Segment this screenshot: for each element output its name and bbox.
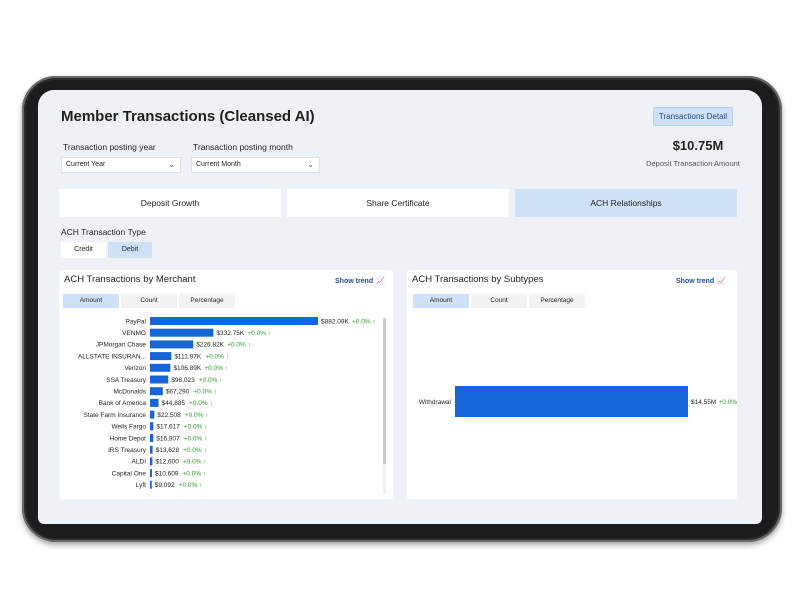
change-label: +0.0% ↑ — [205, 353, 229, 360]
tab-ach-relationships[interactable]: ACH Relationships — [515, 189, 737, 217]
month-filter-label: Transaction posting month — [193, 142, 293, 152]
page-title: Member Transactions (Cleansed AI) — [61, 108, 315, 125]
category-label: Bank of America — [99, 400, 147, 407]
value-label: $13,628 — [156, 447, 180, 454]
bar — [150, 375, 169, 384]
change-label: +0.0% ↑ — [184, 435, 208, 442]
category-label: Lyft — [136, 482, 146, 489]
category-label: VENMO — [122, 330, 146, 337]
bar — [150, 445, 153, 454]
change-label: +0.0% ↑ — [227, 342, 251, 349]
category-label: IRS Treasury — [108, 447, 147, 454]
category-label: Wells Fargo — [111, 424, 146, 431]
bar — [150, 340, 194, 349]
value-label: $9,092 — [155, 482, 175, 489]
merchant-panel: ACH Transactions by Merchant Show trend 📈… — [59, 270, 393, 499]
category-label: SSA Treasury — [106, 377, 146, 384]
value-label: $14.55M — [691, 399, 716, 406]
change-label: +0.0% ↑ — [183, 470, 207, 477]
category-label: Withdrawal — [419, 399, 452, 406]
change-label: +0.0% ↑ — [183, 447, 207, 454]
ach-type-label: ACH Transaction Type — [61, 227, 146, 237]
dashboard-screen: Member Transactions (Cleansed AI) Transa… — [38, 90, 762, 524]
value-label: $882.09K — [321, 318, 349, 325]
year-filter-select[interactable]: Current Year ⌄ — [61, 157, 181, 173]
value-label: $44,885 — [162, 400, 186, 407]
change-label: +0.0% ↑ — [204, 365, 228, 372]
subtype-bar-chart: Withdrawal $14.55M+0.0% ↑ — [419, 386, 738, 417]
kpi-label: Deposit Transaction Amount — [646, 159, 740, 168]
bar — [150, 434, 154, 442]
year-filter-label: Transaction posting year — [63, 142, 156, 152]
bar — [150, 363, 171, 372]
month-filter-value: Current Month — [196, 161, 241, 168]
bar — [150, 457, 153, 466]
kpi-value: $10.75M — [672, 138, 724, 153]
merchant-bar-chart: PayPal $882.09K +0.0% ↑VENMO $332.75K +0.0% … — [78, 317, 376, 489]
bar — [150, 352, 172, 361]
year-filter-value: Current Year — [66, 161, 106, 168]
category-label: ALLSTATE INSURAN... — [78, 353, 146, 360]
category-label: ALDI — [132, 459, 147, 466]
ach-type-debit[interactable]: Debit — [108, 242, 152, 258]
bar — [150, 469, 153, 478]
chevron-down-icon: ⌄ — [168, 160, 175, 169]
chevron-down-icon: ⌄ — [307, 160, 314, 169]
change-label: +0.0% ↑ — [352, 318, 376, 325]
bar — [150, 387, 163, 396]
tab-deposit-growth[interactable]: Deposit Growth — [59, 189, 281, 217]
value-label: $17,617 — [156, 424, 180, 431]
change-label: +0.0% ↑ — [183, 459, 207, 466]
value-label: $332.75K — [216, 330, 244, 337]
category-label: JPMorgan Chase — [96, 342, 147, 349]
bar — [150, 480, 152, 489]
category-label: Capital One — [112, 470, 147, 477]
value-label: $16,907 — [156, 435, 180, 442]
transactions-detail-button[interactable]: Transactions Detail — [653, 107, 733, 126]
category-label: State Farm Insurance — [84, 412, 147, 419]
subtype-panel: ACH Transactions by Subtypes Show trend 📈… — [407, 270, 737, 499]
change-label: +0.0% ↑ — [199, 377, 223, 384]
value-label: $106.89K — [173, 365, 201, 372]
category-label: Verizon — [124, 365, 146, 372]
bar — [150, 410, 155, 419]
value-label: $111.97K — [174, 353, 202, 360]
change-label: +0.0% ↑ — [193, 389, 217, 396]
category-label: PayPal — [125, 318, 146, 325]
change-label: +0.0% ↑ — [247, 330, 271, 337]
ach-type-credit[interactable]: Credit — [61, 242, 106, 258]
value-label: $96,023 — [171, 377, 195, 384]
bar — [150, 328, 214, 337]
month-filter-select[interactable]: Current Month ⌄ — [191, 157, 320, 173]
value-label: $12,600 — [155, 459, 179, 466]
value-label: $226.82K — [196, 342, 224, 349]
category-label: Home Depot — [110, 435, 147, 442]
bar — [455, 386, 688, 417]
change-label: +0.0% ↑ — [179, 482, 203, 489]
tab-share-certificate[interactable]: Share Certificate — [287, 189, 509, 217]
bar — [150, 422, 154, 431]
value-label: $67,290 — [166, 389, 190, 396]
change-label: +0.0% ↑ — [185, 412, 209, 419]
change-label: +0.0% ↑ — [719, 399, 738, 406]
value-label: $10,609 — [155, 470, 179, 477]
value-label: $22,508 — [157, 412, 181, 419]
change-label: +0.0% ↑ — [189, 400, 213, 407]
change-label: +0.0% ↑ — [184, 424, 208, 431]
bar — [150, 317, 318, 325]
merchant-scrollbar-thumb[interactable] — [383, 318, 386, 464]
bar — [150, 398, 159, 407]
category-label: McDonalds — [113, 389, 146, 396]
